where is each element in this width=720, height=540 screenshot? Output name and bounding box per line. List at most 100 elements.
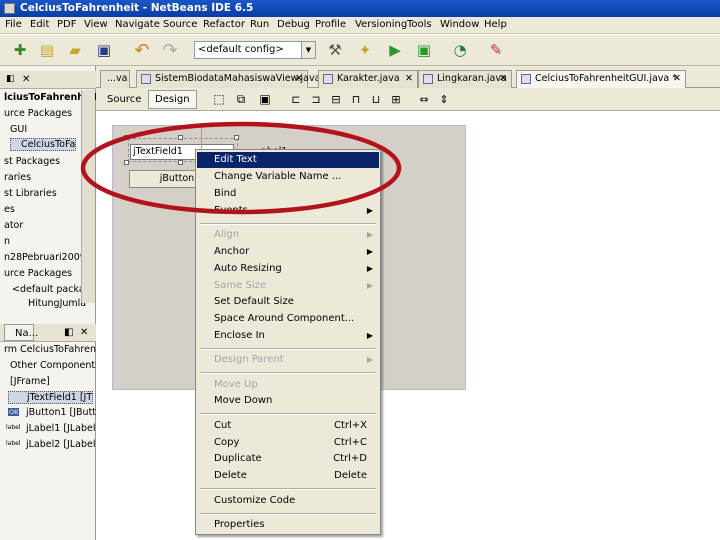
align-center-icon[interactable]: ⊟ — [326, 89, 346, 109]
menu-versioning[interactable]: Versioning — [355, 19, 407, 30]
close-icon[interactable]: ✕ — [673, 71, 681, 87]
menu-source[interactable]: Source — [163, 19, 197, 30]
resize-handle[interactable] — [178, 135, 183, 140]
menu-item-enclose-in[interactable]: Enclose In ▶ — [197, 328, 379, 344]
editor-tab[interactable]: SistemBiodataMahasiswaView.java ✕ — [136, 70, 320, 88]
resize-horizontal-icon[interactable]: ⇔ — [414, 89, 434, 109]
clean-build-icon[interactable]: ✦ — [355, 40, 375, 60]
profile-icon[interactable]: ◔ — [450, 40, 470, 60]
menu-item-space-around-component[interactable]: Space Around Component... — [197, 311, 379, 327]
menu-item-anchor[interactable]: Anchor ▶ — [197, 244, 379, 260]
menu-item-events[interactable]: Events ▶ — [197, 203, 379, 219]
align-middle-icon[interactable]: ⊞ — [386, 89, 406, 109]
menu-help[interactable]: Help — [484, 19, 507, 30]
tree-item[interactable]: ator — [4, 220, 23, 231]
menu-item-duplicate[interactable]: Duplicate Ctrl+D — [197, 451, 379, 467]
editor-tab[interactable]: ...va — [100, 70, 130, 88]
resize-vertical-icon[interactable]: ⇕ — [434, 89, 454, 109]
nav-item[interactable]: rm CelciusToFahrenh — [4, 344, 102, 355]
editor-tab[interactable]: Karakter.java ✕ — [318, 70, 418, 88]
menu-run[interactable]: Run — [250, 19, 269, 30]
close-icon[interactable]: ✕ — [499, 71, 507, 87]
resize-handle[interactable] — [124, 160, 129, 165]
menu-item-edit-text[interactable]: Edit Text — [197, 152, 379, 168]
tree-item[interactable]: st Libraries — [4, 188, 57, 199]
menu-pdf[interactable]: PDF — [57, 19, 76, 30]
menu-item-same-size[interactable]: Same Size ▶ — [197, 278, 379, 294]
tree-item[interactable]: <default packa — [12, 284, 85, 295]
menu-navigate[interactable]: Navigate — [115, 19, 160, 30]
resize-handle[interactable] — [124, 135, 129, 140]
menu-view[interactable]: View — [84, 19, 108, 30]
save-all-icon[interactable]: ▣ — [94, 40, 114, 60]
tree-item[interactable]: n28Pebruari2009 — [4, 252, 86, 263]
selection-mode-icon[interactable]: ⬚ — [209, 89, 229, 109]
menu-item-move-up[interactable]: Move Up — [197, 377, 379, 393]
menu-item-properties[interactable]: Properties — [197, 517, 379, 533]
tree-item[interactable]: HitungJumla — [28, 298, 86, 309]
menu-tools[interactable]: Tools — [407, 19, 432, 30]
menu-item-move-down[interactable]: Move Down — [197, 393, 379, 409]
align-left-icon[interactable]: ⊏ — [286, 89, 306, 109]
align-top-icon[interactable]: ⊓ — [346, 89, 366, 109]
menu-edit[interactable]: Edit — [30, 19, 49, 30]
undo-icon[interactable]: ↶ — [132, 40, 152, 61]
tree-item[interactable]: urce Packages — [4, 108, 72, 119]
menu-item-align[interactable]: Align ▶ — [197, 227, 379, 243]
nav-item-selected[interactable]: jTextField1 [JT — [8, 391, 94, 404]
menu-item-copy[interactable]: Copy Ctrl+C — [197, 435, 379, 451]
resize-handle[interactable] — [178, 160, 183, 165]
close-icon[interactable]: ✕ — [22, 71, 30, 88]
align-right-icon[interactable]: ⊐ — [306, 89, 326, 109]
navigator-tab[interactable]: Na... — [4, 324, 38, 341]
nav-item[interactable]: jLabel2 [JLabel — [26, 439, 95, 450]
menu-item-delete[interactable]: Delete Delete — [197, 468, 379, 484]
tree-item[interactable]: GUI — [10, 124, 27, 135]
nav-item[interactable]: [JFrame] — [10, 376, 50, 387]
tree-item[interactable]: urce Packages — [4, 268, 72, 279]
menu-profile[interactable]: Profile — [315, 19, 346, 30]
redo-icon[interactable]: ↷ — [160, 40, 180, 61]
menu-file[interactable]: File — [5, 19, 22, 30]
menu-refactor[interactable]: Refactor — [203, 19, 245, 30]
editor-tab-active[interactable]: CelciusToFahrenheitGUI.java * ✕ — [516, 70, 686, 88]
preview-icon[interactable]: ▣ — [255, 89, 275, 109]
menu-item-set-default-size[interactable]: Set Default Size — [197, 294, 379, 310]
connection-mode-icon[interactable]: ⧉ — [231, 89, 251, 109]
menu-item-bind[interactable]: Bind — [197, 186, 379, 202]
design-button[interactable]: Design — [148, 90, 197, 109]
menu-debug[interactable]: Debug — [277, 19, 310, 30]
run-icon[interactable]: ▶ — [385, 40, 405, 60]
build-icon[interactable]: ⚒ — [325, 40, 345, 60]
new-project-icon[interactable]: ✚ — [10, 40, 30, 60]
config-dropdown[interactable]: <default config> ▼ — [194, 41, 316, 59]
source-button[interactable]: Source — [100, 90, 148, 109]
chevron-down-icon[interactable]: ▼ — [301, 42, 315, 58]
resize-handle[interactable] — [234, 135, 239, 140]
tree-item[interactable]: es — [4, 204, 15, 215]
nav-item[interactable]: Other Components — [10, 360, 100, 371]
close-icon[interactable]: ✕ — [80, 324, 88, 341]
menu-item-auto-resizing[interactable]: Auto Resizing ▶ — [197, 261, 379, 277]
debug-icon[interactable]: ▣ — [414, 40, 434, 60]
new-file-icon[interactable]: ▤ — [37, 40, 57, 60]
nav-item[interactable]: jLabel1 [JLabel — [26, 423, 95, 434]
tree-item[interactable]: n — [4, 236, 10, 247]
pdf-icon[interactable]: ✎ — [486, 40, 506, 60]
tree-item-selected[interactable]: CelciusToFa — [10, 138, 77, 151]
left-panels: ◧ ✕ lciusToFahrenheit urce Packages GUI … — [0, 66, 102, 540]
menu-item-customize-code[interactable]: Customize Code — [197, 493, 379, 509]
tree-item[interactable]: st Packages — [4, 156, 60, 167]
tree-item[interactable]: raries — [4, 172, 31, 183]
open-project-icon[interactable]: ▰ — [65, 40, 85, 60]
align-bottom-icon[interactable]: ⊔ — [366, 89, 386, 109]
projects-scrollbar[interactable] — [81, 90, 95, 303]
menu-item-change-variable-name[interactable]: Change Variable Name ... — [197, 169, 379, 185]
close-icon[interactable]: ✕ — [405, 71, 413, 87]
menu-item-design-parent[interactable]: Design Parent ▶ — [197, 352, 379, 368]
close-icon[interactable]: ✕ — [295, 71, 303, 87]
menu-window[interactable]: Window — [440, 19, 479, 30]
editor-tab[interactable]: Lingkaran.java ✕ — [418, 70, 512, 88]
menu-item-cut[interactable]: Cut Ctrl+X — [197, 418, 379, 434]
nav-item[interactable]: jButton1 [JButt — [26, 407, 96, 418]
